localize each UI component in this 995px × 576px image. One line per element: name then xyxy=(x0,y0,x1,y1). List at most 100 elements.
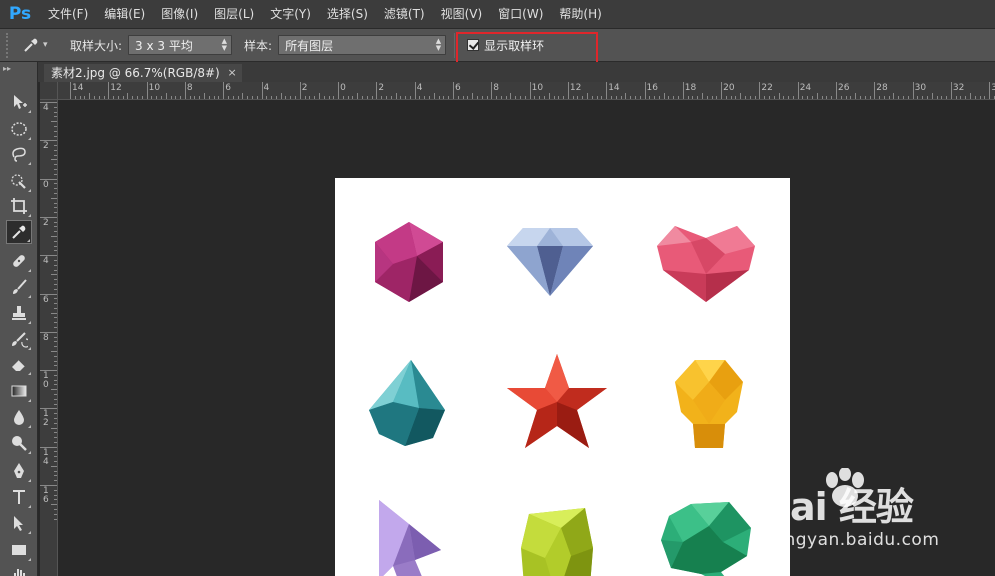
sample-size-select[interactable]: 3 x 3 平均 ▲ ▼ xyxy=(128,35,233,55)
heart-gem-image xyxy=(657,226,755,302)
ruler-minor-tick xyxy=(54,145,57,147)
ruler-major-tick xyxy=(184,82,186,99)
ruler-origin[interactable] xyxy=(40,82,58,100)
ruler-minor-tick xyxy=(601,96,603,99)
menu-file[interactable]: 文件(F) xyxy=(40,0,96,29)
menu-view[interactable]: 视图(V) xyxy=(433,0,491,29)
lasso-icon[interactable] xyxy=(6,142,32,166)
rectangle-icon[interactable] xyxy=(6,538,32,562)
tool-preset-picker[interactable]: ▾ xyxy=(22,36,62,54)
ruler-minor-tick xyxy=(271,96,273,99)
ruler-minor-tick xyxy=(510,93,512,99)
horizontal-ruler[interactable]: 1412108642024681012141618202224262830323… xyxy=(58,82,995,100)
ruler-minor-tick xyxy=(807,96,809,99)
crystal-gem-image xyxy=(369,360,445,446)
pen-icon[interactable] xyxy=(6,459,32,483)
ruler-minor-tick xyxy=(54,346,57,348)
document-tab-title: 素材2.jpg @ 66.7%(RGB/8#) xyxy=(51,66,220,80)
vertical-ruler[interactable]: 4 2 0 2 4 6 8 10 12 14 16 xyxy=(40,100,58,576)
ruler-major-tick xyxy=(338,82,340,99)
ruler-minor-tick xyxy=(457,96,459,99)
arrow-gem-image xyxy=(379,500,441,576)
ruler-label: 18 xyxy=(684,83,697,93)
menu-image[interactable]: 图像(I) xyxy=(153,0,206,29)
ruler-major-tick xyxy=(491,82,493,99)
menu-type[interactable]: 文字(Y) xyxy=(262,0,319,29)
document-canvas[interactable] xyxy=(335,178,790,576)
ruler-minor-tick xyxy=(926,96,928,99)
ruler-minor-tick xyxy=(898,96,900,99)
ruler-major-tick xyxy=(299,82,301,99)
ruler-minor-tick xyxy=(54,379,57,381)
ruler-minor-tick xyxy=(54,288,57,290)
ruler-minor-tick xyxy=(419,96,421,99)
chevron-down-icon: ▾ xyxy=(43,40,48,50)
ruler-minor-tick xyxy=(342,96,344,99)
ruler-minor-tick xyxy=(237,96,239,99)
eraser-icon[interactable] xyxy=(6,352,32,376)
document-tab[interactable]: 素材2.jpg @ 66.7%(RGB/8#) × xyxy=(44,64,242,82)
ruler-major-tick xyxy=(950,82,952,99)
ruler-minor-tick xyxy=(180,96,182,99)
close-icon[interactable]: × xyxy=(228,64,237,82)
gradient-icon[interactable] xyxy=(6,379,32,403)
type-icon[interactable] xyxy=(6,485,32,509)
sample-size-value: 3 x 3 平均 xyxy=(135,38,193,53)
menu-layer[interactable]: 图层(L) xyxy=(206,0,262,29)
hand-icon[interactable] xyxy=(6,562,32,576)
ruler-minor-tick xyxy=(54,513,57,515)
ruler-label: 6 xyxy=(455,83,461,93)
ruler-minor-tick xyxy=(979,96,981,99)
path-select-icon[interactable] xyxy=(6,511,32,535)
crop-icon[interactable] xyxy=(6,194,32,218)
move-icon[interactable] xyxy=(6,90,32,114)
ruler-label: 30 xyxy=(914,83,927,93)
ruler-minor-tick xyxy=(54,212,57,214)
ruler-minor-tick xyxy=(113,96,115,99)
sample-select[interactable]: 所有图层 ▲ ▼ xyxy=(278,35,447,55)
ruler-minor-tick xyxy=(634,96,636,99)
menu-filter[interactable]: 滤镜(T) xyxy=(376,0,433,29)
ruler-minor-tick xyxy=(907,96,909,99)
dodge-icon[interactable] xyxy=(6,431,32,455)
ruler-minor-tick xyxy=(189,96,191,99)
ruler-minor-tick xyxy=(462,96,464,99)
ruler-minor-tick xyxy=(673,96,675,99)
ruler-minor-tick xyxy=(54,355,57,357)
healing-brush-icon[interactable] xyxy=(6,249,32,273)
blur-icon[interactable] xyxy=(6,405,32,429)
ruler-minor-tick xyxy=(706,96,708,99)
ruler-minor-tick xyxy=(227,96,229,99)
ruler-minor-tick xyxy=(649,96,651,99)
ruler-minor-tick xyxy=(610,96,612,99)
ruler-label: 10 xyxy=(531,83,544,93)
menu-edit[interactable]: 编辑(E) xyxy=(96,0,153,29)
ruler-minor-tick xyxy=(213,96,215,99)
brush-icon[interactable] xyxy=(6,275,32,299)
ruler-minor-tick xyxy=(424,96,426,99)
ruler-minor-tick xyxy=(54,456,57,458)
ruler-major-tick xyxy=(529,82,531,99)
history-brush-icon[interactable] xyxy=(6,327,32,351)
eyedropper-icon[interactable] xyxy=(6,220,32,244)
expand-panel-icon[interactable]: ▸▸ xyxy=(0,62,37,76)
clone-stamp-icon[interactable] xyxy=(6,301,32,325)
menu-bar: Ps 文件(F) 编辑(E) 图像(I) 图层(L) 文字(Y) 选择(S) 滤… xyxy=(0,0,995,29)
ruler-minor-tick xyxy=(563,96,565,99)
ruler-minor-tick xyxy=(395,93,397,99)
menu-window[interactable]: 窗口(W) xyxy=(490,0,551,29)
ruler-minor-tick xyxy=(773,96,775,99)
ruler-minor-tick xyxy=(54,173,57,175)
ruler-minor-tick xyxy=(654,96,656,99)
ruler-minor-tick xyxy=(304,96,306,99)
quick-select-icon[interactable] xyxy=(6,169,32,193)
marquee-icon[interactable] xyxy=(6,117,32,141)
options-bar-grip[interactable] xyxy=(6,32,14,58)
ruler-minor-tick xyxy=(79,96,81,99)
ruler-minor-tick xyxy=(831,96,833,99)
ruler-minor-tick xyxy=(888,96,890,99)
ruler-minor-tick xyxy=(54,394,57,396)
ruler-major-tick xyxy=(453,82,454,99)
menu-select[interactable]: 选择(S) xyxy=(319,0,376,29)
menu-help[interactable]: 帮助(H) xyxy=(551,0,609,29)
